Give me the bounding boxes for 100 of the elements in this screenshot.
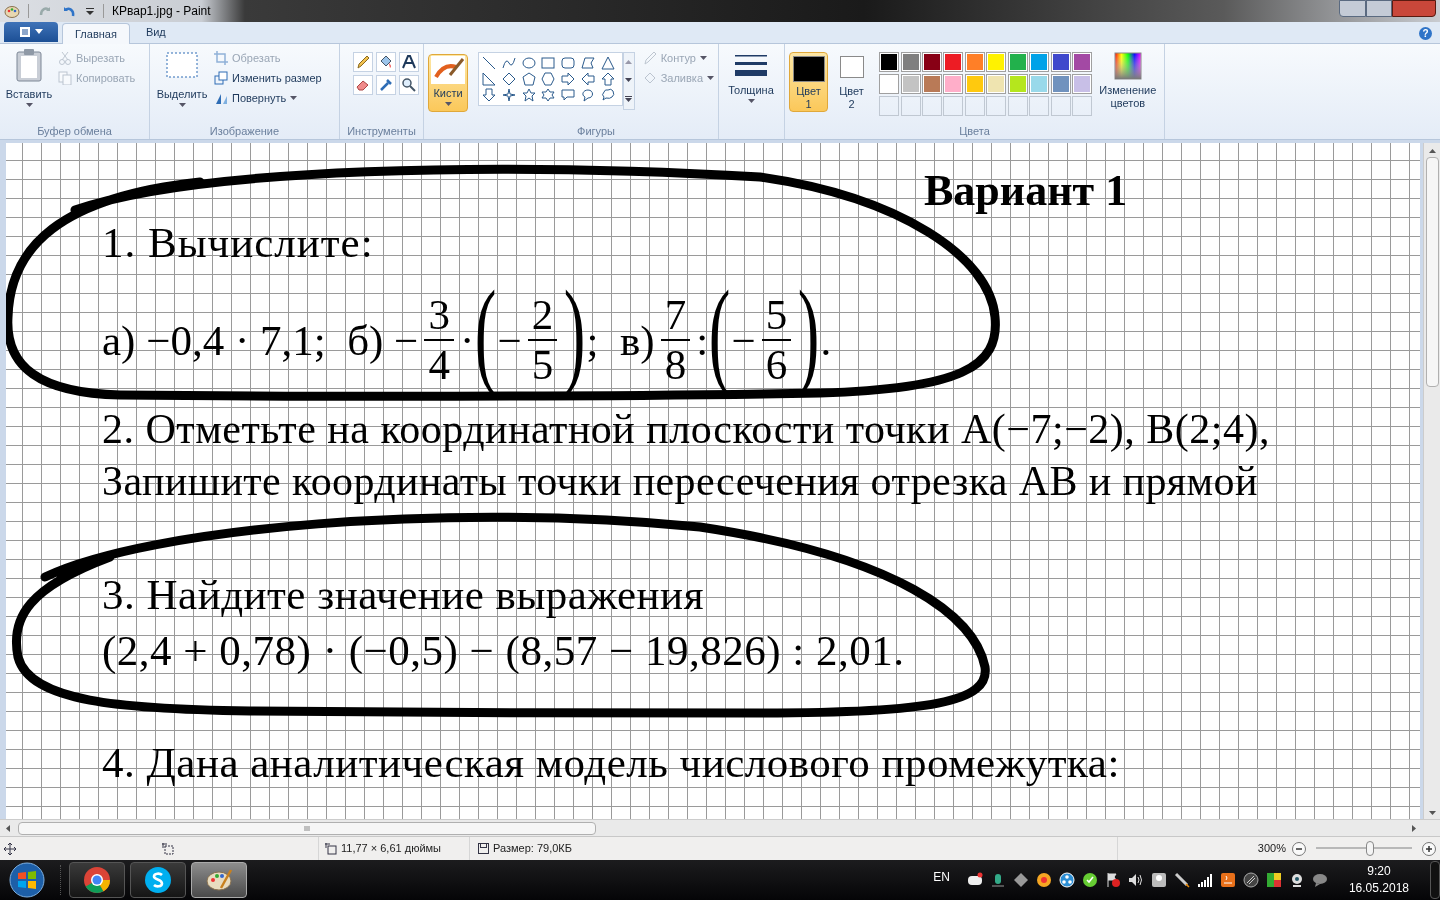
color-slot-button[interactable]: Цвет 1	[789, 52, 829, 112]
four-point-star-icon[interactable]	[501, 88, 516, 102]
up-arrow-icon[interactable]	[600, 72, 615, 86]
caret-icon[interactable]	[85, 6, 95, 16]
rectangular-callout-icon[interactable]	[561, 88, 576, 102]
check-blob-icon[interactable]	[1081, 872, 1098, 888]
cloud-callout-icon[interactable]	[600, 88, 615, 102]
close-button[interactable]	[1392, 0, 1436, 17]
empty-swatch[interactable]	[1050, 96, 1071, 116]
speech-bubble-icon[interactable]	[1311, 872, 1328, 888]
help-button[interactable]: ?	[1419, 27, 1432, 40]
tool-button[interactable]	[375, 75, 396, 95]
tool-button[interactable]	[375, 52, 396, 72]
paste-button[interactable]: Вставить	[4, 48, 54, 107]
down-arrow-icon[interactable]	[482, 88, 496, 102]
speaker-icon[interactable]	[1127, 872, 1144, 888]
app-tile-icon[interactable]	[1219, 872, 1236, 888]
edit-colors-button[interactable]: Изменение цветов	[1095, 52, 1160, 110]
select-button[interactable]: Выделить	[154, 48, 210, 107]
palette-swatch[interactable]	[1029, 52, 1050, 72]
slider-thumb[interactable]	[1365, 841, 1374, 856]
oval-icon[interactable]	[521, 56, 536, 70]
ribbon-button[interactable]: Повернуть	[214, 88, 322, 108]
tool-button[interactable]	[352, 75, 373, 95]
triangle-icon[interactable]	[600, 56, 615, 70]
ribbon-tab[interactable]: Вид	[133, 22, 178, 43]
maximize-button[interactable]	[1366, 0, 1392, 17]
colored-blocks-icon[interactable]	[1265, 872, 1282, 888]
left-arrow-icon[interactable]	[581, 72, 596, 86]
five-point-star-icon[interactable]	[521, 88, 536, 102]
minimize-button[interactable]	[1339, 0, 1366, 17]
palette-swatch[interactable]	[1072, 52, 1093, 72]
line-icon[interactable]	[482, 56, 496, 70]
palette-swatch[interactable]	[922, 74, 942, 94]
taskbar-button[interactable]	[130, 862, 186, 898]
scroll-thumb[interactable]	[1425, 157, 1439, 387]
show-desktop-button[interactable]	[1430, 861, 1440, 899]
palette-swatch[interactable]	[986, 74, 1007, 94]
clock[interactable]: 9:20 16.05.2018	[1348, 863, 1409, 897]
palette-swatch[interactable]	[879, 74, 900, 94]
palette-swatch[interactable]	[900, 52, 921, 72]
disc-icon[interactable]	[1242, 872, 1259, 888]
palette-swatch[interactable]	[1050, 52, 1071, 72]
network-circle-icon[interactable]	[1058, 872, 1075, 888]
palette-swatch[interactable]	[879, 52, 900, 72]
palette-swatch[interactable]	[943, 52, 964, 72]
empty-swatch[interactable]	[1072, 96, 1093, 116]
oval-callout-icon[interactable]	[581, 88, 596, 102]
palette-swatch[interactable]	[1007, 52, 1028, 72]
palette-swatch[interactable]	[943, 74, 964, 94]
empty-swatch[interactable]	[879, 96, 900, 116]
tool-button[interactable]	[398, 75, 419, 95]
palette-swatch[interactable]	[964, 52, 985, 72]
palette-swatch[interactable]	[900, 74, 921, 94]
palette-swatch[interactable]	[986, 52, 1007, 72]
ribbon-button[interactable]: Изменить размер	[214, 68, 322, 88]
empty-swatch[interactable]	[986, 96, 1007, 116]
shapes-gallery[interactable]	[478, 52, 623, 106]
zoom-in-icon[interactable]	[1422, 841, 1436, 856]
language-indicator[interactable]: EN	[933, 868, 950, 886]
six-point-star-icon[interactable]	[541, 88, 556, 102]
flag-icon[interactable]	[1104, 872, 1121, 888]
empty-swatch[interactable]	[964, 96, 985, 116]
taskbar-button[interactable]	[191, 862, 247, 898]
tool-button[interactable]	[352, 52, 373, 72]
taskbar-button[interactable]	[69, 862, 125, 898]
ribbon-tab[interactable]: Главная	[62, 23, 130, 44]
palette-swatch[interactable]	[964, 74, 985, 94]
empty-swatch[interactable]	[922, 96, 942, 116]
palette-swatch[interactable]	[1050, 74, 1071, 94]
polygon-icon[interactable]	[581, 56, 596, 70]
palette-swatch[interactable]	[1007, 74, 1028, 94]
empty-swatch[interactable]	[1029, 96, 1050, 116]
file-menu-button[interactable]	[4, 22, 58, 42]
flower-icon[interactable]	[1035, 872, 1052, 888]
rounded-rectangle-icon[interactable]	[561, 56, 576, 70]
tool-button[interactable]	[398, 52, 419, 72]
empty-swatch[interactable]	[1007, 96, 1028, 116]
palette-swatch[interactable]	[922, 52, 942, 72]
pentagon-icon[interactable]	[521, 72, 536, 86]
vertical-scrollbar[interactable]	[1423, 143, 1440, 819]
right-triangle-icon[interactable]	[482, 72, 496, 86]
brushes-button[interactable]: Кисти	[428, 54, 468, 112]
curve-icon[interactable]	[501, 56, 516, 70]
start-button-icon[interactable]	[8, 861, 46, 899]
diamond-icon[interactable]	[501, 72, 516, 86]
signal-bars-icon[interactable]	[1196, 872, 1213, 888]
user-tile-icon[interactable]	[1150, 872, 1167, 888]
palette-swatch[interactable]	[1072, 74, 1093, 94]
empty-swatch[interactable]	[900, 96, 921, 116]
color-slot-button[interactable]: Цвет 2	[832, 52, 872, 112]
palette-swatch[interactable]	[1029, 74, 1050, 94]
empty-swatch[interactable]	[943, 96, 964, 116]
scroll-thumb[interactable]	[18, 821, 596, 835]
right-arrow-icon[interactable]	[561, 72, 576, 86]
horizontal-scrollbar[interactable]	[0, 819, 1440, 836]
hexagon-icon[interactable]	[541, 72, 556, 86]
zoom-out-icon[interactable]	[1292, 841, 1306, 856]
line-width-button[interactable]: Толщина	[723, 52, 779, 103]
diamond-icon[interactable]	[1012, 872, 1029, 888]
